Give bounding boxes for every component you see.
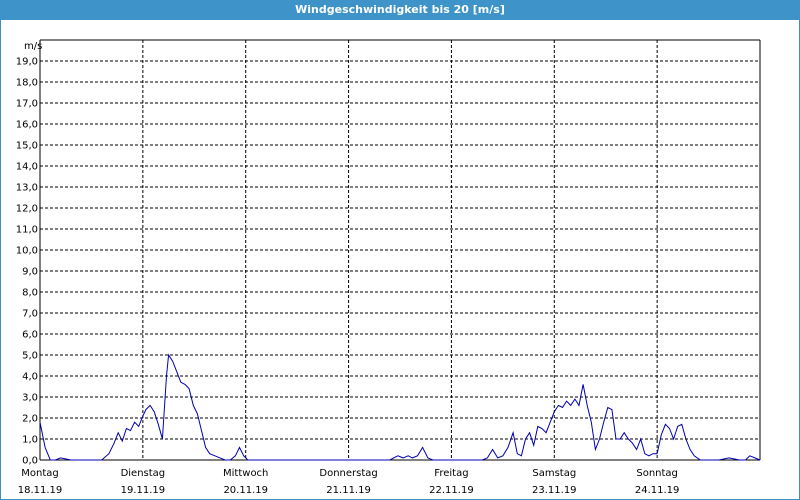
y-tick-label: 3,0 [22, 393, 38, 404]
day-date-label: 22.11.19 [429, 485, 474, 496]
day-name-label: Sonntag [636, 468, 678, 479]
y-tick-label: 10,0 [16, 246, 38, 257]
y-tick-label: 12,0 [16, 204, 38, 215]
day-date-label: 19.11.19 [121, 485, 166, 496]
day-name-label: Montag [21, 468, 58, 479]
day-name-label: Samstag [532, 468, 576, 479]
y-tick-label: 15,0 [16, 141, 38, 152]
y-tick-label: 6,0 [22, 330, 38, 341]
y-tick-label: 17,0 [16, 99, 38, 110]
y-tick-label: 16,0 [16, 120, 38, 131]
y-tick-label: 11,0 [16, 225, 38, 236]
day-name-label: Dienstag [121, 468, 166, 479]
wind-speed-chart: m/s 0,01,02,03,04,05,06,07,08,09,010,011… [16, 39, 761, 496]
y-tick-label: 2,0 [22, 414, 38, 425]
day-name-label: Donnerstag [319, 468, 377, 479]
y-tick-label: 8,0 [22, 288, 38, 299]
day-date-label: 23.11.19 [532, 485, 577, 496]
y-tick-label: 18,0 [16, 78, 38, 89]
day-date-label: 21.11.19 [326, 485, 371, 496]
y-tick-label: 19,0 [16, 57, 38, 68]
grid-lines [40, 40, 760, 460]
day-date-label: 20.11.19 [223, 485, 268, 496]
y-tick-label: 4,0 [22, 372, 38, 383]
y-tick-label: 13,0 [16, 183, 38, 194]
y-tick-label: 5,0 [22, 351, 38, 362]
day-date-label: 18.11.19 [18, 485, 63, 496]
y-tick-label: 14,0 [16, 162, 38, 173]
y-tick-label: 0,0 [22, 456, 38, 467]
y-tick-label: 9,0 [22, 267, 38, 278]
day-date-label: 24.11.19 [635, 485, 680, 496]
y-tick-label: 1,0 [22, 435, 38, 446]
y-tick-label: 7,0 [22, 309, 38, 320]
y-tick-labels: 0,0 1,0 2,0 3,0 4,0 5,0 6,0 7,0 8,0 9,0 10,0 11,0 12… [16, 57, 38, 467]
day-name-label: Freitag [434, 468, 468, 479]
wind-speed-series-line [39, 353, 761, 461]
day-name-label: Mittwoch [223, 468, 268, 479]
x-day-labels: Montag 18.11.19 Dienstag 19.11.19 Mittwoch 20… [18, 468, 680, 496]
